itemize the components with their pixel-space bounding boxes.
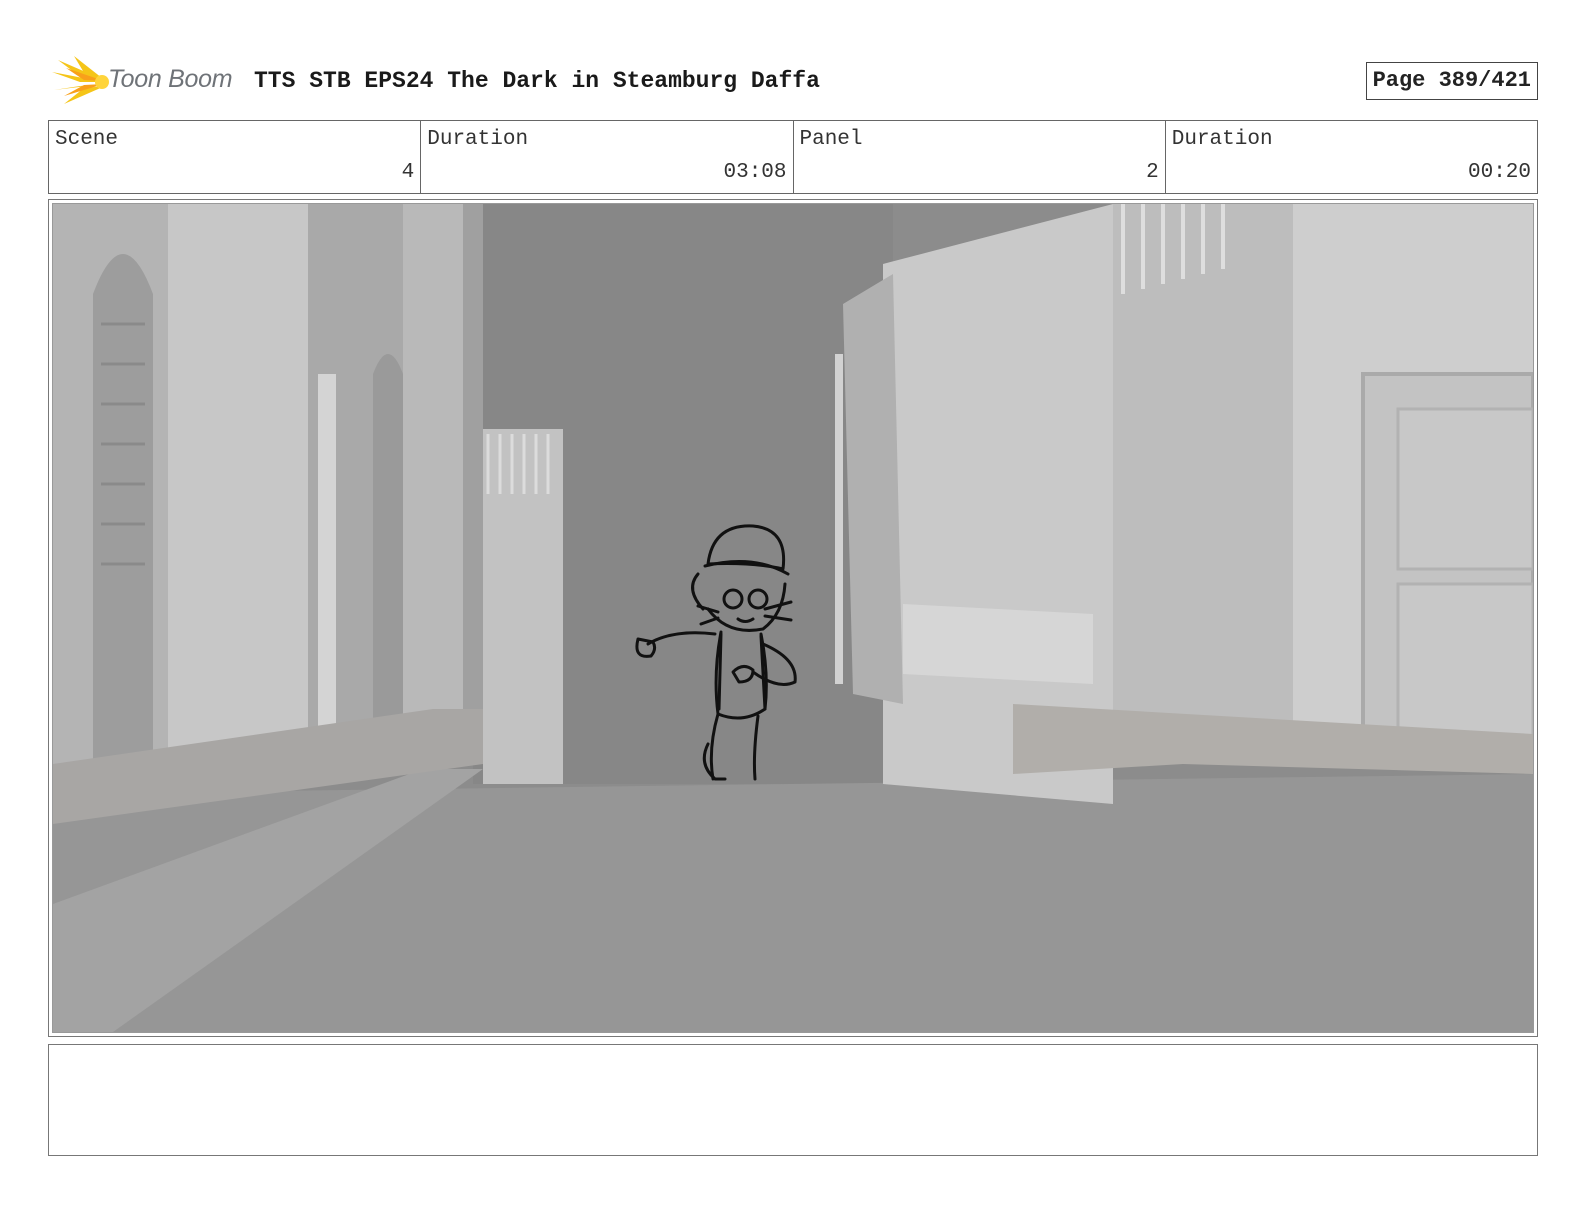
page-header: Toon Boom TTS STB EPS24 The Dark in Stea… bbox=[48, 56, 1538, 106]
panel-notes-box bbox=[48, 1044, 1538, 1156]
starburst-icon bbox=[52, 56, 109, 104]
toon-boom-logo: Toon Boom bbox=[52, 56, 242, 106]
scene-label: Scene bbox=[55, 128, 119, 151]
scene-duration-label: Duration bbox=[427, 128, 529, 151]
scene-duration-value: 03:08 bbox=[723, 161, 787, 184]
scene-info-row: Scene 4 Duration 03:08 Panel 2 Duration … bbox=[48, 120, 1538, 194]
page-number: Page 389/421 bbox=[1365, 62, 1538, 100]
panel-duration-cell: Duration 00:20 bbox=[1166, 121, 1537, 193]
scene-value: 4 bbox=[401, 161, 415, 184]
storyboard-panel-image bbox=[52, 203, 1534, 1033]
panel-cell: Panel 2 bbox=[794, 121, 1166, 193]
panel-duration-label: Duration bbox=[1171, 128, 1273, 151]
scene-duration-cell: Duration 03:08 bbox=[421, 121, 794, 193]
panel-duration-value: 00:20 bbox=[1467, 161, 1531, 184]
panel-value: 2 bbox=[1146, 161, 1159, 184]
panel-label: Panel bbox=[799, 128, 863, 151]
street-scene-illustration bbox=[53, 204, 1533, 1032]
scene-cell: Scene 4 bbox=[49, 121, 422, 193]
logo-text: Toon Boom bbox=[108, 65, 233, 93]
document-title: TTS STB EPS24 The Dark in Steamburg Daff… bbox=[254, 68, 820, 94]
storyboard-panel-frame bbox=[48, 199, 1538, 1037]
